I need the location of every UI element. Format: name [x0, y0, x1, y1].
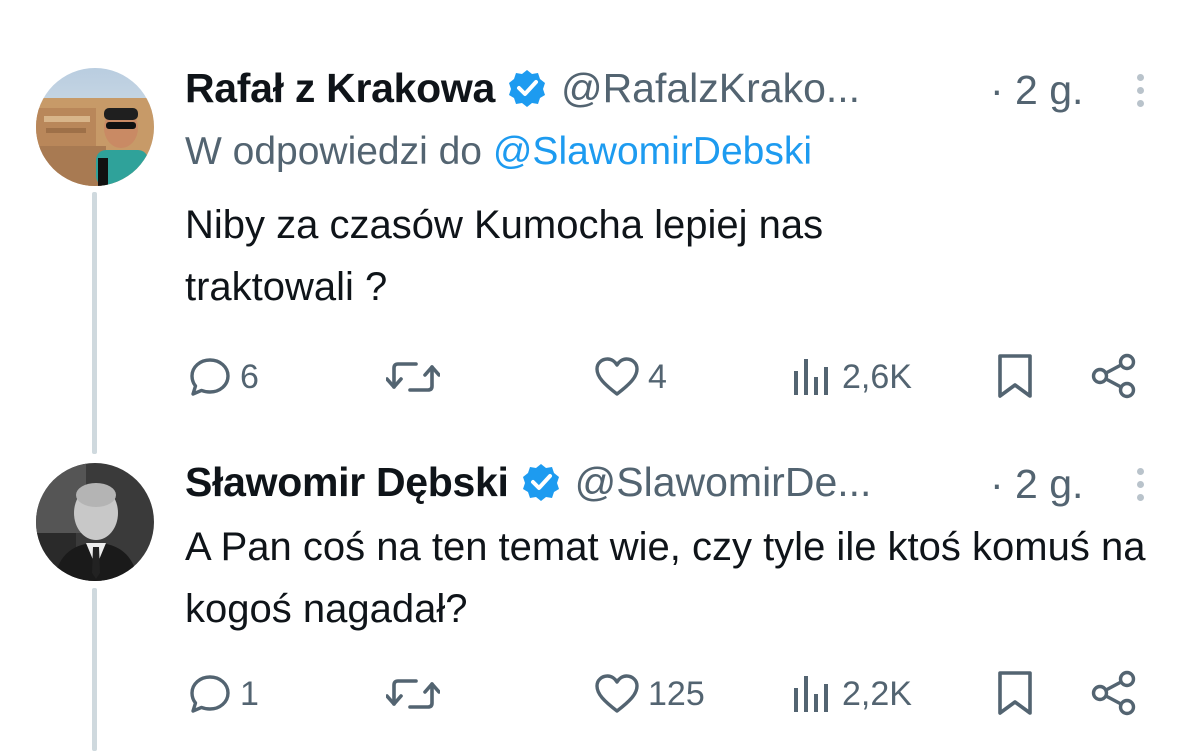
- share-icon: [1091, 353, 1136, 399]
- tweet-header: Rafał z Krakowa @RafalzKrako...: [185, 63, 860, 113]
- like-count: 125: [648, 674, 705, 713]
- heart-icon: [595, 357, 639, 396]
- verified-badge-icon: [522, 464, 559, 501]
- avatar[interactable]: [36, 463, 154, 581]
- bar-chart-icon: [794, 676, 828, 712]
- speech-bubble-icon: [190, 358, 230, 396]
- view-count: 2,2K: [842, 674, 912, 713]
- reply-to-mention[interactable]: @SlawomirDebski: [493, 130, 812, 173]
- handle[interactable]: @RafalzKrako...: [561, 65, 860, 112]
- speech-bubble-icon: [190, 675, 230, 713]
- display-name[interactable]: Rafał z Krakowa: [185, 65, 495, 112]
- tweet-text: A Pan coś na ten temat wie, czy tyle ile…: [185, 525, 1146, 631]
- like-count: 4: [648, 357, 667, 396]
- like-button[interactable]: 4: [594, 355, 667, 399]
- retweet-icon: [386, 362, 440, 392]
- retweet-icon: [386, 679, 440, 709]
- reply-count: 1: [240, 674, 259, 713]
- timestamp[interactable]: · 2 g.: [990, 67, 1083, 114]
- views-button[interactable]: 2,2K: [792, 672, 912, 716]
- verified-badge-icon: [508, 70, 545, 107]
- bookmark-button[interactable]: [996, 353, 1034, 399]
- like-button[interactable]: 125: [594, 672, 705, 716]
- tweet-header: Sławomir Dębski @SlawomirDe...: [185, 457, 871, 507]
- bar-chart-icon: [794, 359, 828, 395]
- reply-to-label: W odpowiedzi do: [185, 130, 482, 173]
- reply-count: 6: [240, 357, 259, 396]
- reply-to-line: W odpowiedzi do @SlawomirDebski: [185, 130, 812, 174]
- more-options-icon[interactable]: [1134, 468, 1146, 501]
- thread-line: [92, 588, 97, 751]
- views-button[interactable]: 2,6K: [792, 355, 912, 399]
- heart-icon: [595, 674, 639, 713]
- tweet-text: Niby za czasów Kumocha lepiej nas trakto…: [185, 203, 824, 309]
- view-count: 2,6K: [842, 357, 912, 396]
- more-options-icon[interactable]: [1134, 74, 1146, 107]
- avatar[interactable]: [36, 68, 154, 186]
- handle[interactable]: @SlawomirDe...: [575, 459, 872, 506]
- bookmark-button[interactable]: [996, 670, 1034, 716]
- reply-button[interactable]: 6: [188, 355, 259, 399]
- bookmark-icon: [998, 671, 1032, 715]
- share-button[interactable]: [1090, 670, 1138, 716]
- display-name[interactable]: Sławomir Dębski: [185, 459, 509, 506]
- retweet-button[interactable]: [386, 672, 448, 716]
- bookmark-icon: [998, 354, 1032, 398]
- timestamp[interactable]: · 2 g.: [990, 461, 1083, 508]
- share-button[interactable]: [1090, 353, 1138, 399]
- share-icon: [1091, 670, 1136, 716]
- reply-button[interactable]: 1: [188, 672, 259, 716]
- retweet-button[interactable]: [386, 355, 448, 399]
- thread-line: [92, 192, 97, 454]
